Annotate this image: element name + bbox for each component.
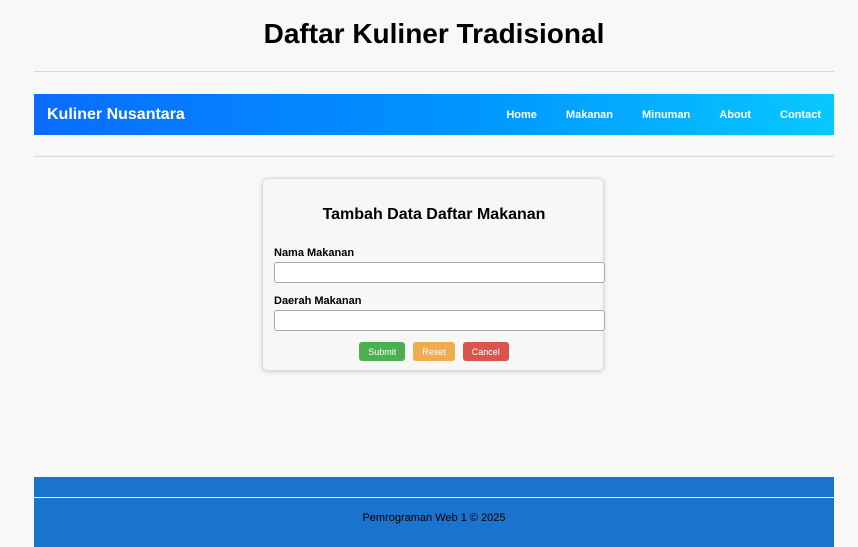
submit-button[interactable]: Submit [359,342,406,361]
nav-link-about[interactable]: About [719,109,751,121]
nav-link-minuman[interactable]: Minuman [642,109,690,121]
form-buttons: Submit Reset Cancel [263,342,605,361]
page-title: Daftar Kuliner Tradisional [263,18,605,49]
nama-makanan-input[interactable] [274,262,605,283]
footer: Pemrograman Web 1 © 2025 [34,477,834,547]
nav-link-contact[interactable]: Contact [780,109,821,121]
page: Daftar Kuliner Tradisional Kuliner Nusan… [0,0,858,547]
navbar-brand[interactable]: Kuliner Nusantara [47,106,185,124]
navbar: Kuliner Nusantara Home Makanan Minuman A… [34,94,834,135]
nav-links: Home Makanan Minuman About Contact [506,109,821,121]
divider-top [34,71,834,72]
form-title: Tambah Data Daftar Makanan [322,206,546,223]
nav-link-makanan[interactable]: Makanan [566,109,613,121]
divider-middle [34,156,834,157]
reset-button[interactable]: Reset [413,342,455,361]
footer-divider [34,497,834,498]
nav-link-home[interactable]: Home [506,109,537,121]
footer-text: Pemrograman Web 1 © 2025 [362,512,506,524]
daerah-makanan-input[interactable] [274,310,605,331]
add-food-form: Tambah Data Daftar Makanan Nama Makanan … [262,178,605,371]
cancel-button[interactable]: Cancel [462,342,509,361]
daerah-makanan-label: Daerah Makanan [274,295,362,307]
nama-makanan-label: Nama Makanan [274,247,355,259]
